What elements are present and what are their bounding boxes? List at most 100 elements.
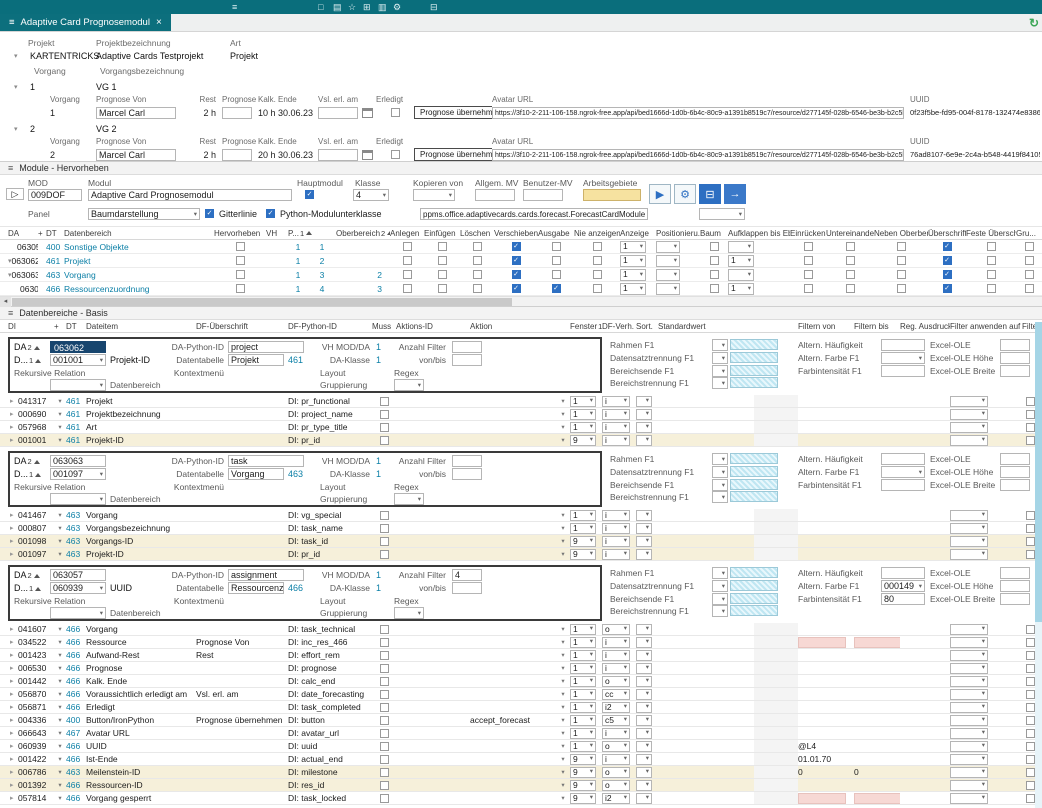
filtern-bis-cell[interactable] — [854, 701, 900, 713]
project-id[interactable]: KARTENTRICKS — [30, 51, 96, 61]
f1-value-cell[interactable] — [730, 453, 778, 464]
aufklappen-dropdown[interactable]: ▾ — [728, 269, 754, 281]
row-expander-icon[interactable]: ▸ — [8, 535, 18, 547]
filter-deak-checkbox[interactable] — [1026, 410, 1035, 419]
df-ueberschrift-cell[interactable] — [196, 395, 288, 407]
muss-checkbox[interactable] — [380, 550, 389, 559]
allgem-mv-field[interactable] — [475, 189, 515, 201]
altern-field[interactable] — [881, 567, 925, 579]
calendar-icon[interactable] — [362, 150, 373, 160]
filtern-bis-cell[interactable] — [854, 675, 900, 687]
fenster-dropdown[interactable]: 1▾ — [570, 702, 596, 713]
filtern-bis-cell[interactable] — [854, 714, 900, 726]
d-number-dropdown[interactable]: 001001▾ — [50, 354, 106, 366]
da-klasse-value[interactable]: 1 — [376, 583, 390, 593]
df-verh-dropdown[interactable]: i2▾ — [602, 793, 630, 804]
df-verh-dropdown[interactable]: i▾ — [602, 549, 630, 560]
filter-deak-checkbox[interactable] — [1026, 625, 1035, 634]
df-ueberschrift-cell[interactable] — [196, 421, 288, 433]
aufklappen-dropdown[interactable]: ▾ — [728, 241, 754, 253]
f1-value-cell[interactable] — [730, 377, 778, 388]
df-ueberschrift-cell[interactable]: Prognose Von — [196, 636, 288, 648]
dt-cell[interactable]: 466 — [66, 662, 86, 674]
aktions-id-cell[interactable] — [396, 792, 470, 804]
da-klasse-value[interactable]: 1 — [376, 355, 390, 365]
dt-cell[interactable]: 467 — [66, 727, 86, 739]
loeschen-checkbox[interactable] — [473, 270, 482, 279]
sort-dropdown[interactable]: ▾ — [636, 422, 652, 433]
nie-anzeigen-checkbox[interactable] — [593, 270, 602, 279]
prognose-uebernehmen-button[interactable]: Prognose übernehmen — [414, 106, 492, 119]
df-python-id-cell[interactable]: DI: calc_end — [288, 675, 372, 687]
di-cell[interactable]: 004336 — [18, 714, 54, 726]
einruecken-checkbox[interactable] — [804, 256, 813, 265]
gruppierung-checkbox[interactable] — [1025, 242, 1034, 251]
df-ueberschrift-cell[interactable] — [196, 623, 288, 635]
dateitem-cell[interactable]: Ist-Ende — [86, 753, 196, 765]
muss-checkbox[interactable] — [380, 742, 389, 751]
di-dropdown-icon[interactable]: ▾ — [54, 535, 66, 547]
aufklappen-dropdown[interactable]: 1▾ — [728, 255, 754, 267]
fenster-dropdown[interactable]: 9▾ — [570, 754, 596, 765]
standardwert-cell[interactable] — [658, 727, 754, 739]
muss-checkbox[interactable] — [380, 729, 389, 738]
muss-checkbox[interactable] — [380, 436, 389, 445]
filter-anwenden-dropdown[interactable]: ▾ — [950, 409, 988, 420]
filtern-von-cell[interactable]: 0 — [798, 766, 854, 778]
df-python-id-cell[interactable]: DI: pr_id — [288, 548, 372, 560]
row-expander-icon[interactable]: ▸ — [8, 792, 18, 804]
feste-ueberschrift-checkbox[interactable] — [987, 242, 996, 251]
reg-ausdruck-cell[interactable] — [900, 535, 950, 547]
oberbereich-cell[interactable]: 3 — [336, 282, 390, 295]
dateitem-cell[interactable]: Prognose — [86, 662, 196, 674]
fenster-dropdown[interactable]: 1▾ — [570, 396, 596, 407]
reg-ausdruck-cell[interactable] — [900, 522, 950, 534]
reg-ausdruck-cell[interactable] — [900, 688, 950, 700]
di-cell[interactable]: 056870 — [18, 688, 54, 700]
f1-value-cell[interactable] — [730, 605, 778, 616]
da-python-id-field[interactable]: project — [228, 341, 304, 353]
df-verh-dropdown[interactable]: i▾ — [602, 396, 630, 407]
expander-icon[interactable]: ▾ — [14, 83, 30, 91]
sort-dropdown[interactable]: ▾ — [636, 715, 652, 726]
rest-cell[interactable]: 2 h — [182, 148, 222, 161]
verschieben-checkbox[interactable]: ✓ — [512, 242, 521, 251]
db-item-row[interactable]: ▸057968▾461ArtDI: pr_type_title▾1▾i▾▾▾ — [0, 421, 1042, 434]
f1-value-cell[interactable] — [730, 466, 778, 477]
row-expander-icon[interactable]: ▸ — [8, 779, 18, 791]
filtern-von-cell[interactable] — [798, 636, 854, 648]
aktion-cell[interactable] — [470, 753, 556, 765]
di-dropdown-icon[interactable]: ▾ — [54, 701, 66, 713]
dateitem-cell[interactable]: Aufwand-Rest — [86, 649, 196, 661]
df-verh-dropdown[interactable]: i▾ — [602, 510, 630, 521]
ueberschrift-checkbox[interactable]: ✓ — [943, 270, 952, 279]
filter-deak-checkbox[interactable] — [1026, 677, 1035, 686]
filtern-bis-cell[interactable] — [854, 421, 900, 433]
f1-dropdown[interactable]: ▾ — [712, 466, 728, 478]
datentabelle-field[interactable]: Projekt — [228, 354, 284, 366]
gruppierung-dropdown[interactable]: ▾ — [394, 379, 424, 391]
dateitem-cell[interactable]: Vorgang — [86, 623, 196, 635]
di-dropdown-icon[interactable]: ▾ — [54, 753, 66, 765]
filtern-bis-cell[interactable] — [854, 395, 900, 407]
gruppierung-checkbox[interactable] — [1025, 256, 1034, 265]
anzeige-dropdown[interactable]: 1▾ — [620, 255, 646, 267]
nie-anzeigen-checkbox[interactable] — [593, 284, 602, 293]
filter-deak-checkbox[interactable] — [1026, 755, 1035, 764]
benutzer-mv-field[interactable] — [523, 189, 563, 201]
loeschen-checkbox[interactable] — [473, 242, 482, 251]
anlegen-checkbox[interactable] — [403, 256, 412, 265]
datenbereich-cell[interactable]: Projekt — [64, 254, 214, 267]
row-expander-icon[interactable]: ▸ — [8, 740, 18, 752]
dt-cell[interactable]: 466 — [66, 740, 86, 752]
dt-cell[interactable]: 461 — [66, 395, 86, 407]
altern-field[interactable] — [881, 365, 925, 377]
p-cell[interactable]: 1 — [288, 282, 308, 295]
di-dropdown-icon[interactable]: ▾ — [54, 740, 66, 752]
aktion-dropdown-icon[interactable]: ▾ — [556, 522, 570, 534]
filtern-bis-cell[interactable] — [854, 688, 900, 700]
printer-icon[interactable]: ⊟ — [430, 1, 438, 13]
filtern-von-cell[interactable] — [798, 548, 854, 560]
fenster-dropdown[interactable]: 1▾ — [570, 510, 596, 521]
df-ueberschrift-cell[interactable] — [196, 779, 288, 791]
